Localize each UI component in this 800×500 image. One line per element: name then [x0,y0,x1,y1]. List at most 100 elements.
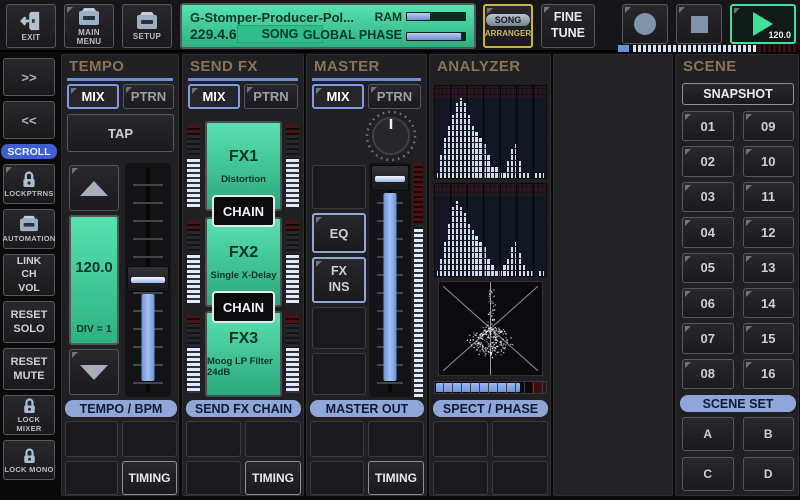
analyzer-slot-button[interactable] [492,461,548,495]
scene-slot-04[interactable]: 04 [682,217,734,247]
scroll-back-label: << [21,113,36,128]
scene-slot-13[interactable]: 13 [743,253,795,283]
link-ch-vol-button[interactable]: LINK CH VOL [3,254,55,296]
lock-patterns-button[interactable]: LOCKPTRNS [3,164,55,204]
send-fx-slot-button[interactable] [186,461,241,495]
master-eq-button[interactable]: EQ [312,213,366,253]
scene-slot-10[interactable]: 10 [743,146,795,176]
scene-slot-08[interactable]: 08 [682,359,734,389]
scene-slot-05[interactable]: 05 [682,253,734,283]
master-knob[interactable] [363,109,419,163]
scene-set-pill: SCENE SET [680,395,796,412]
song-progress-bar[interactable] [633,45,798,52]
tempo-slot-button[interactable] [65,421,118,457]
spectrum-analyzer-left[interactable] [434,85,547,179]
lock-mono-button[interactable]: LOCK MONO [3,440,55,480]
scene-slot-14[interactable]: 14 [743,288,795,318]
tempo-ptrn-tab[interactable]: PTRN [123,84,174,109]
scene-slot-16[interactable]: 16 [743,359,795,389]
scene-slot-09[interactable]: 09 [743,111,795,141]
tap-tempo-button[interactable]: TAP [67,114,174,152]
reset-solo-button[interactable]: RESET SOLO [3,301,55,343]
tempo-slot-button[interactable] [122,421,177,457]
analyzer-slot-button[interactable] [433,421,488,457]
tempo-down-button[interactable] [69,349,119,395]
scene-slot-01[interactable]: 01 [682,111,734,141]
master-slot-button[interactable] [310,461,364,495]
master-slot-button[interactable] [312,307,366,349]
scroll-forward-label: >> [21,70,36,85]
master-fx-insert-button[interactable]: FX INS [312,257,366,303]
scene-slot-15[interactable]: 15 [743,323,795,353]
tempo-timing-button[interactable]: TIMING [122,461,177,495]
lock-icon [21,170,37,188]
play-button[interactable]: 120.0 [730,4,796,44]
reset-mute-button[interactable]: RESET MUTE [3,348,55,390]
tempo-mix-tab[interactable]: MIX [67,84,119,109]
master-slot-button[interactable] [312,165,366,209]
master-slot-button[interactable] [312,353,366,395]
scene-slot-03[interactable]: 03 [682,182,734,212]
main-menu-button[interactable]: MAIN MENU [64,4,114,48]
fx-chain-button-2[interactable]: CHAIN [212,291,275,323]
snapshot-label: SNAPSHOT [703,87,772,101]
send-fx-timing-button[interactable]: TIMING [245,461,301,495]
analyzer-slot-button[interactable] [492,421,548,457]
empty-channel-panel [553,54,673,496]
master-mix-tab[interactable]: MIX [312,84,364,109]
fx-chain-button-1[interactable]: CHAIN [212,195,275,227]
exit-button[interactable]: EXIT [6,4,56,48]
bpm-display[interactable]: 120.0 DIV = 1 [69,215,119,345]
main-lcd-display[interactable]: G-Stomper-Producer-Pol... RAM 229.4.675 … [180,3,476,49]
master-header: MASTER [314,58,380,75]
master-fader-handle[interactable] [371,165,409,191]
fine-tune-button[interactable]: FINE TUNE [541,4,595,48]
scene-slot-11[interactable]: 11 [743,182,795,212]
scene-bank-a[interactable]: A [682,417,734,451]
tempo-fader-fill [142,294,155,381]
spectrum-grid [435,184,546,276]
snapshot-button[interactable]: SNAPSHOT [682,83,794,105]
tempo-timing-label: TIMING [129,471,171,485]
master-slot-button[interactable] [368,421,424,457]
tempo-fader[interactable] [125,163,171,397]
fx-slot-button-fx3[interactable]: FX3Moog LP Filter 24dB [205,311,282,397]
scene-bank-d[interactable]: D [743,457,795,491]
record-button[interactable] [622,4,668,44]
stop-button[interactable] [676,4,722,44]
archive-box-icon [77,7,101,26]
tempo-up-button[interactable] [69,165,119,211]
scene-bank-b[interactable]: B [743,417,795,451]
scroll-back-button[interactable]: << [3,101,55,139]
scene-bank-c[interactable]: C [682,457,734,491]
tempo-slot-button[interactable] [65,461,118,495]
master-timing-button[interactable]: TIMING [368,461,424,495]
top-toolbar: EXIT MAIN MENU SETUP G-Stomper-Producer-… [0,0,800,52]
lock-mixer-button[interactable]: LOCK MIXER [3,395,55,435]
send-fx-ptrn-tab[interactable]: PTRN [244,84,298,109]
analyzer-slot-button[interactable] [433,461,488,495]
scroll-mode-pill[interactable]: SCROLL [1,144,57,159]
tempo-fader-handle[interactable] [127,266,168,292]
spectrum-analyzer-right[interactable] [434,183,547,277]
meter-dark-zone [286,135,299,160]
master-slot-button[interactable] [310,421,364,457]
send-fx-mix-tab[interactable]: MIX [188,84,240,109]
song-arranger-mode-button[interactable]: SONG ARRANGER [483,4,533,48]
setup-button[interactable]: SETUP [122,4,172,48]
send-fx-slot-button[interactable] [186,421,241,457]
scene-slot-02[interactable]: 02 [682,146,734,176]
master-ptrn-tab[interactable]: PTRN [368,84,421,109]
analyzer-header: ANALYZER [437,58,521,75]
send-fx-slot-button[interactable] [245,421,301,457]
tempo-footer-pill: TEMPO / BPM [65,400,177,417]
master-mix-label: MIX [326,89,349,104]
meter-lit-zone [187,255,200,303]
automation-button[interactable]: AUTOMATION [3,209,55,249]
scene-slot-06[interactable]: 06 [682,288,734,318]
scene-slot-12[interactable]: 12 [743,217,795,247]
scroll-forward-button[interactable]: >> [3,58,55,96]
scene-slot-07[interactable]: 07 [682,323,734,353]
phase-scope[interactable] [438,281,543,376]
master-fader[interactable] [369,163,411,397]
